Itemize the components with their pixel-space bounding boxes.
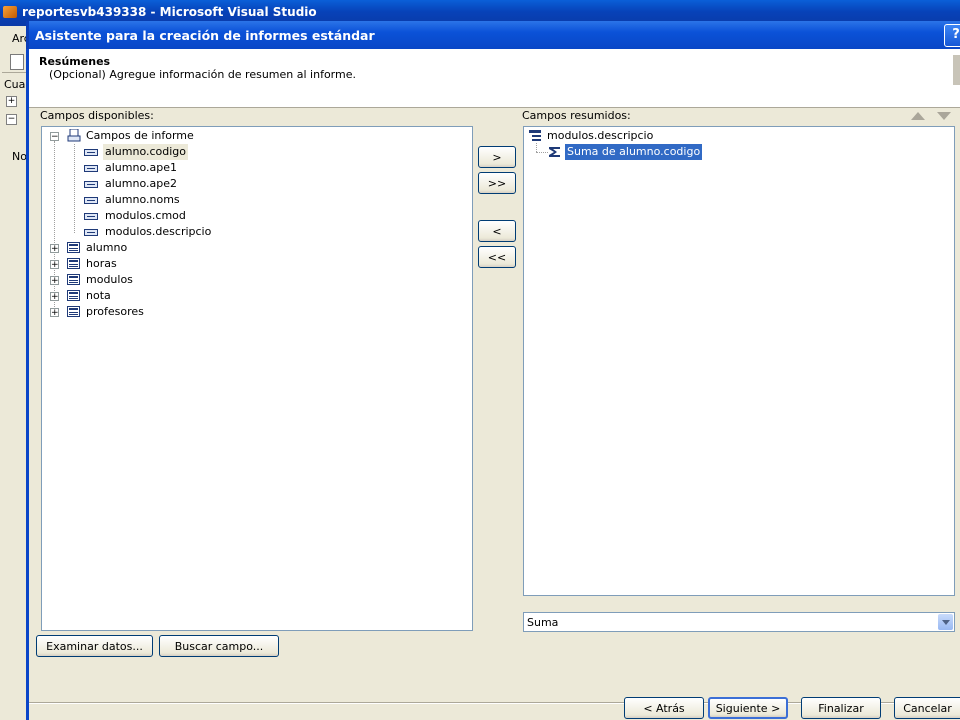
expand-icon[interactable]: + [50,292,59,302]
summary-group-label: modulos.descripcio [547,129,654,142]
table-icon [67,274,80,285]
back-button[interactable]: < Atrás [624,697,704,719]
remove-all-fields-button[interactable]: << [478,246,516,268]
expand-icon[interactable]: + [50,244,59,254]
sum-icon [549,147,560,157]
tree-table-label: horas [86,257,117,270]
tree-field-label: modulos.descripcio [105,225,212,238]
tree-field-label: alumno.codigo [103,144,189,160]
header-scroll-handle [953,55,960,85]
tree-line [536,143,537,152]
table-icon [67,258,80,269]
page-subheading: (Opcional) Agregue información de resume… [49,68,356,81]
summarized-fields-tree[interactable]: modulos.descripcio Suma de alumno.codigo [523,126,955,596]
field-icon [84,197,98,204]
page-heading: Resúmenes [39,55,111,68]
summary-function-select[interactable]: Suma [523,612,955,632]
finish-button[interactable]: Finalizar [801,697,881,719]
dialog-frame-edge [26,49,29,720]
tree-line [54,141,55,313]
remove-field-button[interactable]: < [478,220,516,242]
expand-icon[interactable]: + [50,260,59,270]
summarized-fields-label: Campos resumidos: [522,109,631,122]
move-down-icon[interactable] [936,111,952,121]
expand-icon[interactable]: + [6,96,17,107]
collapse-icon[interactable]: − [6,114,17,125]
add-all-fields-button[interactable]: >> [478,172,516,194]
tree-table-label: alumno [86,241,128,254]
group-icon [529,130,541,141]
vs-window-title: reportesvb439338 - Microsoft Visual Stud… [22,5,317,19]
tree-line [536,152,548,153]
move-up-icon[interactable] [910,111,926,121]
tree-table-label: modulos [86,273,133,286]
field-icon [84,181,98,188]
tree-field-label: alumno.noms [105,193,180,206]
add-field-button[interactable]: > [478,146,516,168]
table-icon [67,242,80,253]
tree-field-label: alumno.ape1 [105,161,177,174]
cancel-button[interactable]: Cancelar [894,697,960,719]
tree-field-label: modulos.cmod [105,209,186,222]
new-file-icon[interactable] [10,54,24,70]
available-fields-label: Campos disponibles: [40,109,154,122]
vs-text-fragment: No [12,150,27,163]
expand-icon[interactable]: + [50,276,59,286]
next-button[interactable]: Siguiente > [708,697,788,719]
report-fields-icon [67,129,81,142]
field-icon [84,165,98,172]
wizard-header: Resúmenes (Opcional) Agregue información… [29,49,960,108]
tree-line [74,144,75,233]
expand-icon[interactable]: + [50,308,59,318]
summary-field-label: Suma de alumno.codigo [565,144,703,160]
field-icon [84,213,98,220]
table-icon [67,290,80,301]
tree-table-label: nota [86,289,111,302]
tree-table-label: profesores [86,305,144,318]
dialog-title-bar[interactable]: Asistente para la creación de informes e… [26,21,960,49]
tree-field-label: alumno.ape2 [105,177,177,190]
dialog-title: Asistente para la creación de informes e… [35,28,375,43]
report-wizard-dialog: Asistente para la creación de informes e… [26,21,960,720]
chevron-down-icon[interactable] [938,614,953,630]
browse-data-button[interactable]: Examinar datos... [36,635,153,657]
summary-function-value: Suma [527,616,559,629]
find-field-button[interactable]: Buscar campo... [159,635,279,657]
collapse-icon[interactable]: − [50,132,59,142]
table-icon [67,306,80,317]
field-icon [84,149,98,156]
visual-studio-logo-icon [3,6,17,18]
field-icon [84,229,98,236]
available-fields-tree[interactable]: − Campos de informe alumno.codigo alumno… [41,126,473,631]
help-button[interactable]: ? [944,24,960,47]
tree-node-label: Campos de informe [86,129,194,142]
